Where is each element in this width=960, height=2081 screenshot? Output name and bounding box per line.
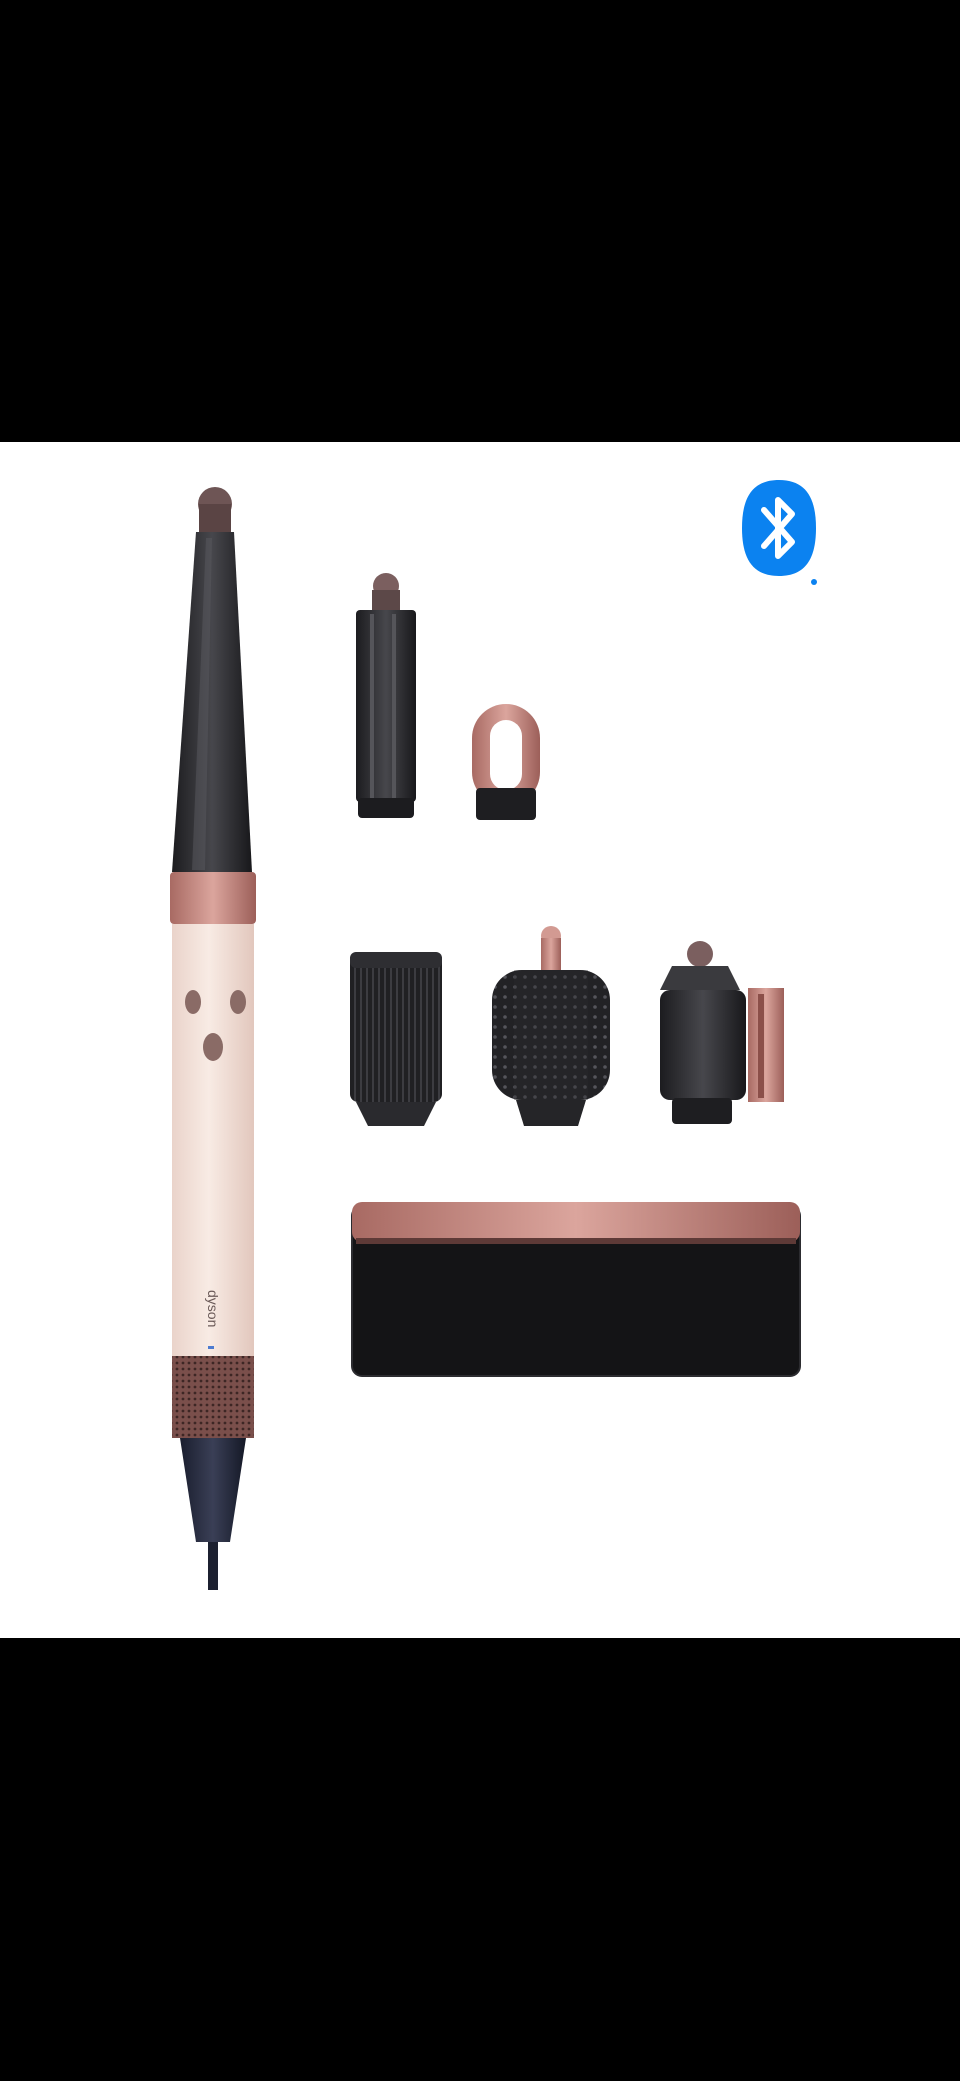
storage-case bbox=[351, 1202, 801, 1377]
airwrap-styler: dyson bbox=[170, 487, 256, 1590]
round-volumizing-brush bbox=[492, 926, 610, 1126]
coanda-smoothing-dryer bbox=[660, 941, 784, 1124]
pre-styling-dryer-attachment bbox=[472, 704, 540, 820]
product-illustration: dyson bbox=[170, 487, 801, 1590]
firm-smoothing-brush bbox=[350, 952, 442, 1126]
bluetooth-icon bbox=[742, 480, 817, 585]
bluetooth-badge bbox=[740, 476, 818, 588]
brand-logo: dyson bbox=[205, 1290, 221, 1327]
long-barrel-attachment bbox=[356, 573, 416, 818]
product-photo: dyson bbox=[0, 442, 960, 1638]
